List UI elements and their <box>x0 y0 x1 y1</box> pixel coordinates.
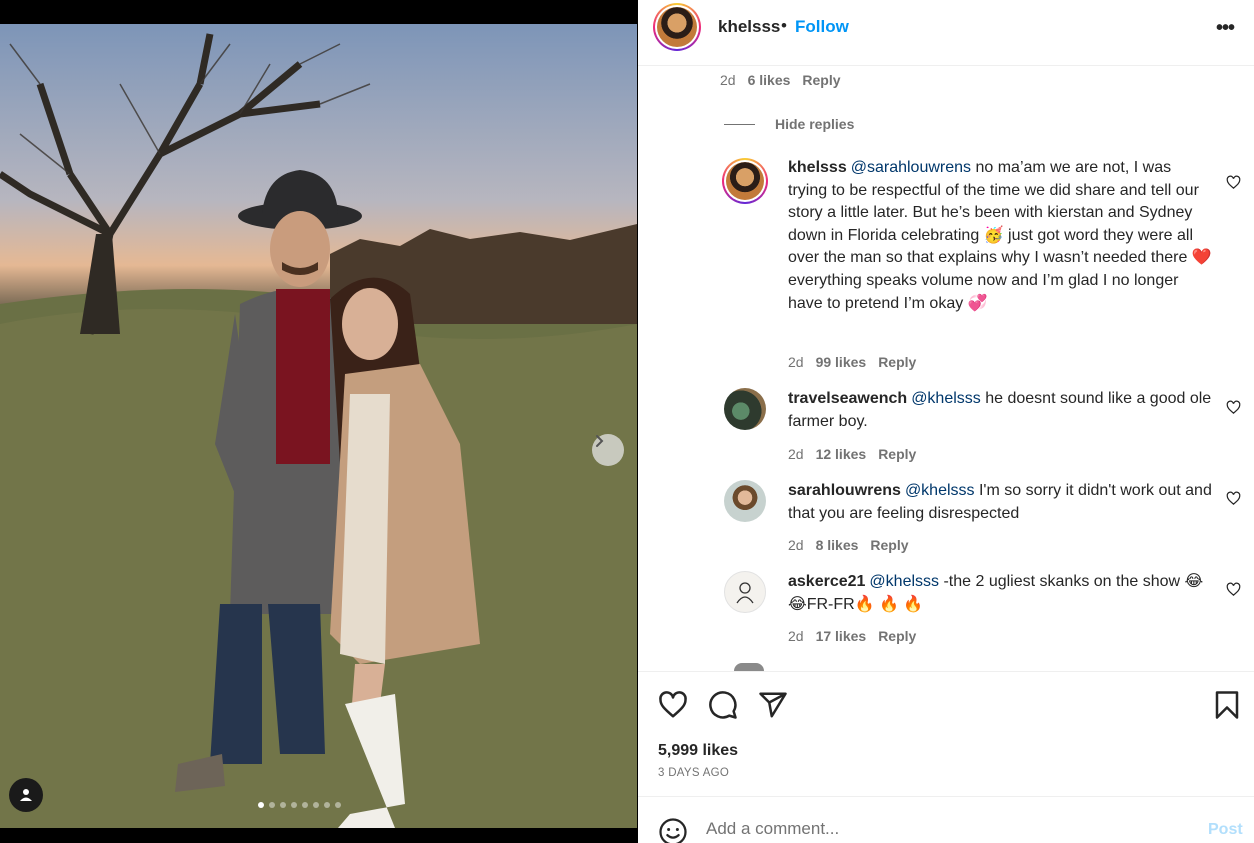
comment-text: sarahlouwrens @khelsss I'm so sorry it di… <box>788 480 1212 525</box>
smiley-icon[interactable] <box>658 817 688 843</box>
reply-button[interactable]: Reply <box>878 354 916 370</box>
commenter-username[interactable]: sarahlouwrens <box>788 482 901 499</box>
commenter-avatar[interactable] <box>724 388 766 430</box>
commenter-username[interactable]: travelseawench <box>788 390 907 407</box>
post-actions: 5,999 likes 3 DAYS AGO <box>638 671 1254 796</box>
carousel-next-button[interactable] <box>592 434 624 466</box>
comment-text: khelsss @sarahlouwrens no ma’am we are no… <box>788 157 1212 315</box>
hide-replies-button[interactable]: Hide replies <box>724 116 854 132</box>
comment-mention[interactable]: @khelsss <box>905 482 975 499</box>
like-comment-icon[interactable] <box>1226 175 1241 190</box>
like-count[interactable]: 5,999 likes <box>658 742 738 760</box>
reply-button[interactable]: Reply <box>878 446 916 462</box>
comment-time: 2d <box>788 537 804 553</box>
comment-likes[interactable]: 8 likes <box>816 537 859 553</box>
commenter-avatar[interactable] <box>722 158 768 204</box>
comment-icon[interactable] <box>708 690 738 720</box>
commenter-avatar[interactable] <box>724 571 766 613</box>
follow-button[interactable]: Follow <box>795 17 849 37</box>
comment-text: askerce21 @khelsss -the 2 ugliest skanks … <box>788 571 1212 616</box>
send-icon[interactable] <box>758 690 788 720</box>
comment-meta: 2d 99 likes Reply <box>788 354 916 370</box>
comment-likes[interactable]: 6 likes <box>748 72 791 88</box>
photo-illustration <box>0 33 637 828</box>
comment-likes[interactable]: 12 likes <box>816 446 867 462</box>
comment-mention[interactable]: @khelsss <box>911 390 981 407</box>
next-comment-avatar <box>734 663 764 671</box>
like-comment-icon[interactable] <box>1226 582 1241 597</box>
carousel-dot <box>269 802 275 808</box>
more-options-icon[interactable]: ••• <box>1216 17 1235 40</box>
sketch-avatar-icon <box>736 582 754 604</box>
tagged-users-button[interactable] <box>9 778 43 812</box>
carousel-indicator <box>258 802 341 808</box>
comment-meta: 2d 12 likes Reply <box>788 446 916 462</box>
hide-replies-line <box>724 123 755 125</box>
comment-time: 2d <box>788 628 804 644</box>
commenter-username[interactable]: askerce21 <box>788 573 865 590</box>
comment-meta: 2d 8 likes Reply <box>788 537 909 553</box>
commenter-username[interactable]: khelsss <box>788 159 847 176</box>
author-username[interactable]: khelsss <box>718 17 780 37</box>
carousel-dot <box>258 802 264 808</box>
heart-icon[interactable] <box>658 690 688 720</box>
author-avatar[interactable] <box>653 3 701 51</box>
comment-time: 2d <box>720 72 736 88</box>
comment-meta: 2d 17 likes Reply <box>788 628 916 644</box>
comment-text: travelseawench @khelsss he doesnt sound l… <box>788 388 1212 433</box>
comment-mention[interactable]: @khelsss <box>869 573 939 590</box>
comment-mention[interactable]: @sarahlouwrens <box>851 159 971 176</box>
comment-meta: 2d 6 likes Reply <box>720 72 841 88</box>
add-comment-bar: Post <box>638 796 1254 843</box>
comments-list[interactable]: 2d 6 likes Reply Hide replies khelsss @sara… <box>638 66 1254 671</box>
header-separator: • <box>781 16 787 35</box>
like-comment-icon[interactable] <box>1226 491 1241 506</box>
carousel-dot <box>291 802 297 808</box>
bookmark-icon[interactable] <box>1214 690 1240 720</box>
carousel-dot <box>335 802 341 808</box>
carousel-dot <box>324 802 330 808</box>
reply-button[interactable]: Reply <box>802 72 840 88</box>
comment-input[interactable] <box>706 819 1166 839</box>
user-tag-icon <box>20 789 32 801</box>
post-side-panel: khelsss • Follow ••• 2d 6 likes Reply Hide… <box>638 0 1254 843</box>
post-header: khelsss • Follow ••• <box>638 0 1254 66</box>
post-date: 3 DAYS AGO <box>658 767 730 779</box>
comment-likes[interactable]: 99 likes <box>816 354 867 370</box>
comment-time: 2d <box>788 446 804 462</box>
comment-time: 2d <box>788 354 804 370</box>
carousel-dot <box>313 802 319 808</box>
hide-replies-label: Hide replies <box>775 116 855 132</box>
reply-button[interactable]: Reply <box>870 537 908 553</box>
carousel-dot <box>302 802 308 808</box>
reply-button[interactable]: Reply <box>878 628 916 644</box>
post-photo[interactable] <box>0 24 637 828</box>
post-media-panel <box>0 0 637 843</box>
post-comment-button[interactable]: Post <box>1208 821 1243 839</box>
comment-likes[interactable]: 17 likes <box>816 628 867 644</box>
carousel-dot <box>280 802 286 808</box>
commenter-avatar[interactable] <box>724 480 766 522</box>
comment-content: no ma’am we are not, I was trying to be … <box>788 159 1212 312</box>
like-comment-icon[interactable] <box>1226 400 1241 415</box>
chevron-right-icon <box>596 435 604 447</box>
